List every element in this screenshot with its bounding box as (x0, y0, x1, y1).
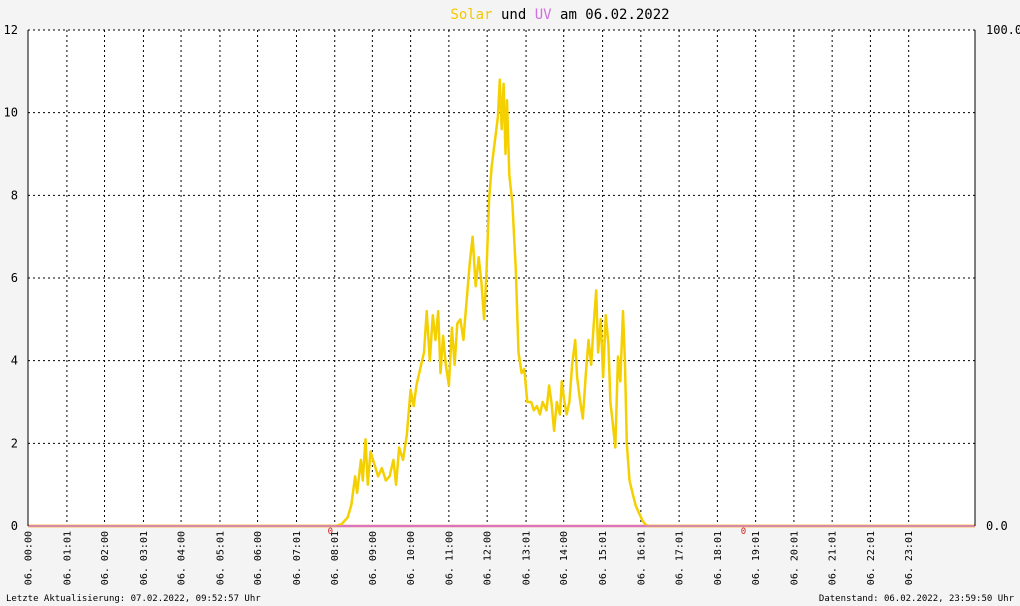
title-uv: UV (535, 7, 552, 23)
x-tick-label: 06. 11:00 (444, 531, 455, 585)
right-tick-label: 0.0 (986, 519, 1008, 533)
solar-uv-chart: Solar und UV am 06.02.2022 12 10 8 6 4 2 0 100… (0, 0, 1020, 606)
x-tick-label: 06. 07:01 (292, 531, 303, 585)
x-tick-label: 06. 14:00 (559, 531, 570, 585)
left-tick-label: 6 (11, 271, 18, 285)
x-tick-label: 06. 17:01 (675, 531, 686, 585)
x-tick-label: 06. 06:00 (253, 531, 264, 585)
x-tick-label: 06. 00:00 (24, 531, 35, 585)
x-tick-label: 06. 21:01 (828, 531, 839, 585)
title-date: am 06.02.2022 (560, 7, 670, 23)
left-tick-label: 4 (11, 354, 18, 368)
title-solar: Solar (450, 7, 492, 23)
left-tick-label: 2 (11, 436, 18, 450)
x-tick-label: 06. 19:01 (751, 531, 762, 585)
left-tick-label: 10 (4, 106, 18, 120)
left-tick-label: 8 (11, 188, 18, 202)
x-tick-label: 06. 01:01 (62, 531, 73, 585)
min-marker-label: 0 (328, 527, 333, 537)
x-tick-label: 06. 23:01 (904, 531, 915, 585)
left-tick-label: 12 (4, 23, 18, 37)
x-tick-label: 06. 12:00 (483, 531, 494, 585)
x-tick-label: 06. 15:01 (598, 531, 609, 585)
x-tick-label: 06. 18:01 (713, 531, 724, 585)
x-tick-label: 06. 09:00 (368, 531, 379, 585)
chart-title: Solar und UV am 06.02.2022 (450, 7, 669, 23)
x-tick-label: 06. 04:00 (177, 531, 188, 585)
left-tick-label: 0 (11, 519, 18, 533)
x-tick-label: 06. 16:01 (636, 531, 647, 585)
x-tick-label: 06. 20:01 (789, 531, 800, 585)
title-und: und (501, 7, 526, 23)
x-tick-label: 06. 08:01 (330, 531, 341, 585)
x-tick-label: 06. 10:00 (406, 531, 417, 585)
x-tick-label: 06. 02:00 (100, 531, 111, 585)
x-tick-label: 06. 22:01 (866, 531, 877, 585)
max-marker-label: 0 (741, 527, 746, 537)
x-tick-label: 06. 03:01 (139, 531, 150, 585)
footer-last-update: Letzte Aktualisierung: 07.02.2022, 09:52… (6, 594, 261, 604)
right-tick-label: 100.0 (986, 23, 1020, 37)
footer-data-status: Datenstand: 06.02.2022, 23:59:50 Uhr (819, 594, 1015, 604)
x-tick-label: 06. 13:01 (522, 531, 533, 585)
x-tick-label: 06. 05:01 (215, 531, 226, 585)
